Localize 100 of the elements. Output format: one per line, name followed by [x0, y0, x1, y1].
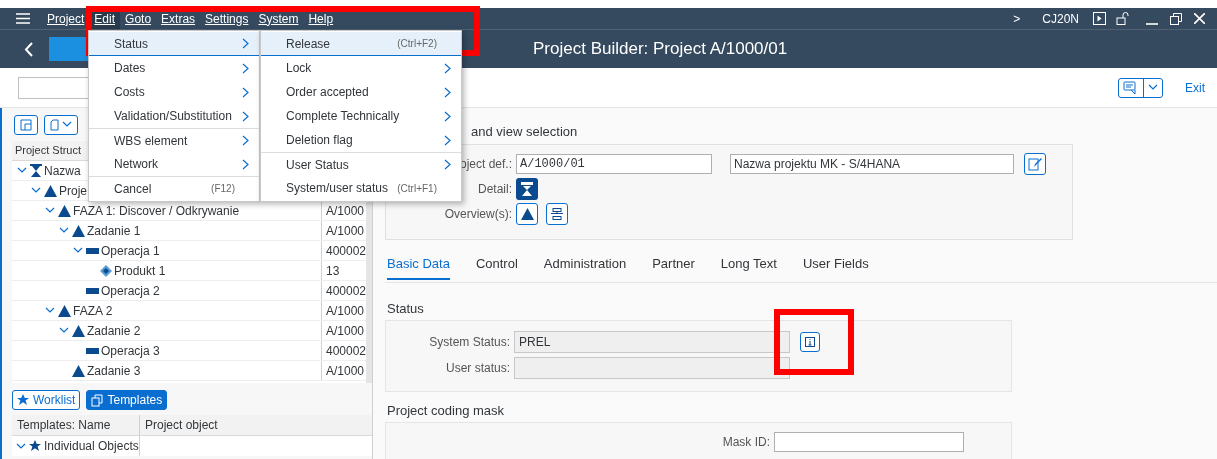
tree-node[interactable]: Zadanie 1 — [87, 221, 141, 240]
tree-cell-text: A/1000 — [325, 302, 365, 320]
toolbar-menu-button[interactable] — [1118, 77, 1163, 98]
menu-entry[interactable]: Costs — [89, 80, 259, 104]
menu-entry[interactable]: Dates — [89, 56, 259, 80]
tree-node[interactable]: Proje — [59, 181, 87, 200]
shortcut: (F12) — [211, 182, 236, 196]
menu-item[interactable]: Settings — [200, 8, 254, 29]
chevron-right-icon — [242, 86, 249, 98]
tree-node[interactable]: FAZA 2 — [73, 301, 113, 320]
menu-entry[interactable]: Status — [89, 32, 259, 56]
column-header: Templates: Name — [12, 415, 140, 435]
chevron-down-icon[interactable] — [45, 307, 55, 314]
field-label: Overview(s): — [444, 206, 512, 223]
description-field[interactable]: Nazwa projektu MK - S/4HANA — [730, 154, 1014, 174]
menu-entry[interactable]: Release (Ctrl+F2) — [261, 32, 461, 56]
exit-button[interactable]: Exit — [1185, 78, 1205, 97]
menu-item[interactable]: Project — [42, 8, 90, 29]
tree-node[interactable]: FAZA 1: Discover / Odkrywanie — [73, 201, 240, 220]
tree-cell-text: A/1000 — [325, 322, 365, 340]
menu-item[interactable]: Extras — [156, 8, 201, 29]
tree-node[interactable]: Operacja 1 — [101, 241, 160, 260]
menu-entry[interactable]: Cancel (F12) — [89, 176, 259, 200]
menu-entry[interactable]: System/user status (Ctrl+F1) — [261, 176, 461, 200]
info-button[interactable] — [800, 332, 820, 352]
tree-cell-text: A/1000 — [325, 202, 365, 220]
tab[interactable]: Administration — [543, 254, 627, 278]
hourglass-icon — [521, 182, 533, 196]
tab[interactable]: Long Text — [720, 254, 777, 278]
chevron-right-icon — [444, 62, 451, 74]
chevron-down-icon[interactable] — [62, 121, 72, 128]
edit-icon — [1028, 157, 1042, 171]
bar-icon — [86, 247, 99, 254]
panel-toggle-button[interactable]: Templates — [86, 390, 168, 410]
chevron-down-icon[interactable] — [59, 327, 69, 334]
triangle-icon — [58, 204, 71, 217]
chevron-right-icon — [242, 135, 249, 146]
tree-cell-text: 400002 — [325, 282, 367, 300]
restore-icon[interactable] — [1170, 12, 1182, 25]
triangle-icon — [72, 324, 85, 337]
tab[interactable]: Basic Data — [387, 254, 450, 280]
menu-entry[interactable]: Validation/Substitution — [89, 104, 259, 128]
chevron-right-icon — [444, 159, 451, 170]
overview-button[interactable] — [546, 203, 568, 225]
hierarchy-icon — [551, 208, 563, 220]
chevron-right-icon — [242, 38, 249, 49]
panel-toggle-button[interactable]: Worklist — [12, 390, 81, 410]
back-icon[interactable] — [24, 41, 33, 57]
chevron-down-icon[interactable] — [1148, 84, 1158, 91]
tree-node[interactable]: Operacja 2 — [101, 281, 160, 300]
tree-cell-text: A/1000 — [325, 362, 365, 380]
tab[interactable]: Control — [475, 254, 518, 278]
tree-node[interactable]: Operacja 3 — [101, 341, 160, 360]
menu-entry[interactable]: Complete Technically — [261, 104, 461, 128]
overview-button[interactable] — [516, 203, 538, 225]
chevron-right-icon — [242, 62, 249, 74]
edit-button[interactable] — [1024, 153, 1046, 175]
tab[interactable]: User Fields — [802, 254, 869, 278]
expand-arrow[interactable]: > — [1013, 9, 1021, 28]
project-def-field[interactable]: A/1000/01 — [516, 154, 712, 174]
play-icon[interactable] — [1093, 12, 1106, 25]
section-title: Project coding mask — [387, 401, 505, 420]
detail-button[interactable] — [516, 178, 538, 200]
lock-icon[interactable] — [1116, 12, 1130, 25]
tree-node[interactable]: Nazwa — [44, 161, 81, 180]
system-status-field: PREL — [514, 331, 790, 353]
triangle-icon — [44, 184, 57, 197]
chevron-down-icon[interactable] — [17, 167, 27, 174]
tree-node[interactable]: Produkt 1 — [114, 261, 166, 280]
menu-item[interactable]: System — [253, 8, 304, 29]
menu-item[interactable]: Help — [303, 8, 339, 29]
tree-toolbar-button[interactable] — [14, 114, 38, 135]
page-icon — [50, 118, 59, 131]
info-icon — [805, 337, 815, 347]
triangle-icon — [58, 304, 71, 317]
chevron-down-icon[interactable] — [59, 227, 69, 234]
copy-icon — [91, 393, 104, 407]
triangle-icon — [72, 224, 85, 237]
menu-entry[interactable]: Lock — [261, 56, 461, 80]
chevron-down-icon[interactable] — [16, 442, 26, 450]
tree-node[interactable]: Zadanie 3 — [87, 361, 141, 380]
chevron-down-icon[interactable] — [45, 207, 55, 214]
menu-entry[interactable]: Order accepted — [261, 80, 461, 104]
close-icon[interactable] — [1194, 13, 1205, 24]
chevron-right-icon — [444, 134, 451, 146]
menu-icon[interactable] — [16, 13, 30, 24]
window-title: Project Builder: Project A/1000/01 — [533, 38, 788, 61]
chevron-down-icon[interactable] — [73, 247, 83, 254]
menu-entry[interactable]: WBS element — [89, 128, 259, 152]
chevron-down-icon[interactable] — [31, 187, 41, 194]
menu-item[interactable]: Goto — [120, 8, 157, 29]
menu-entry[interactable]: User Status — [261, 152, 461, 176]
transaction-code: CJ20N — [1042, 10, 1079, 28]
tree-toolbar-menu-button[interactable] — [44, 114, 78, 135]
chevron-right-icon — [444, 110, 451, 122]
triangle-icon — [520, 208, 534, 220]
tree-node[interactable]: Zadanie 2 — [87, 321, 141, 340]
column-header: Project object — [144, 417, 219, 434]
tab[interactable]: Partner — [652, 254, 695, 278]
mask-id-field[interactable] — [774, 432, 964, 452]
